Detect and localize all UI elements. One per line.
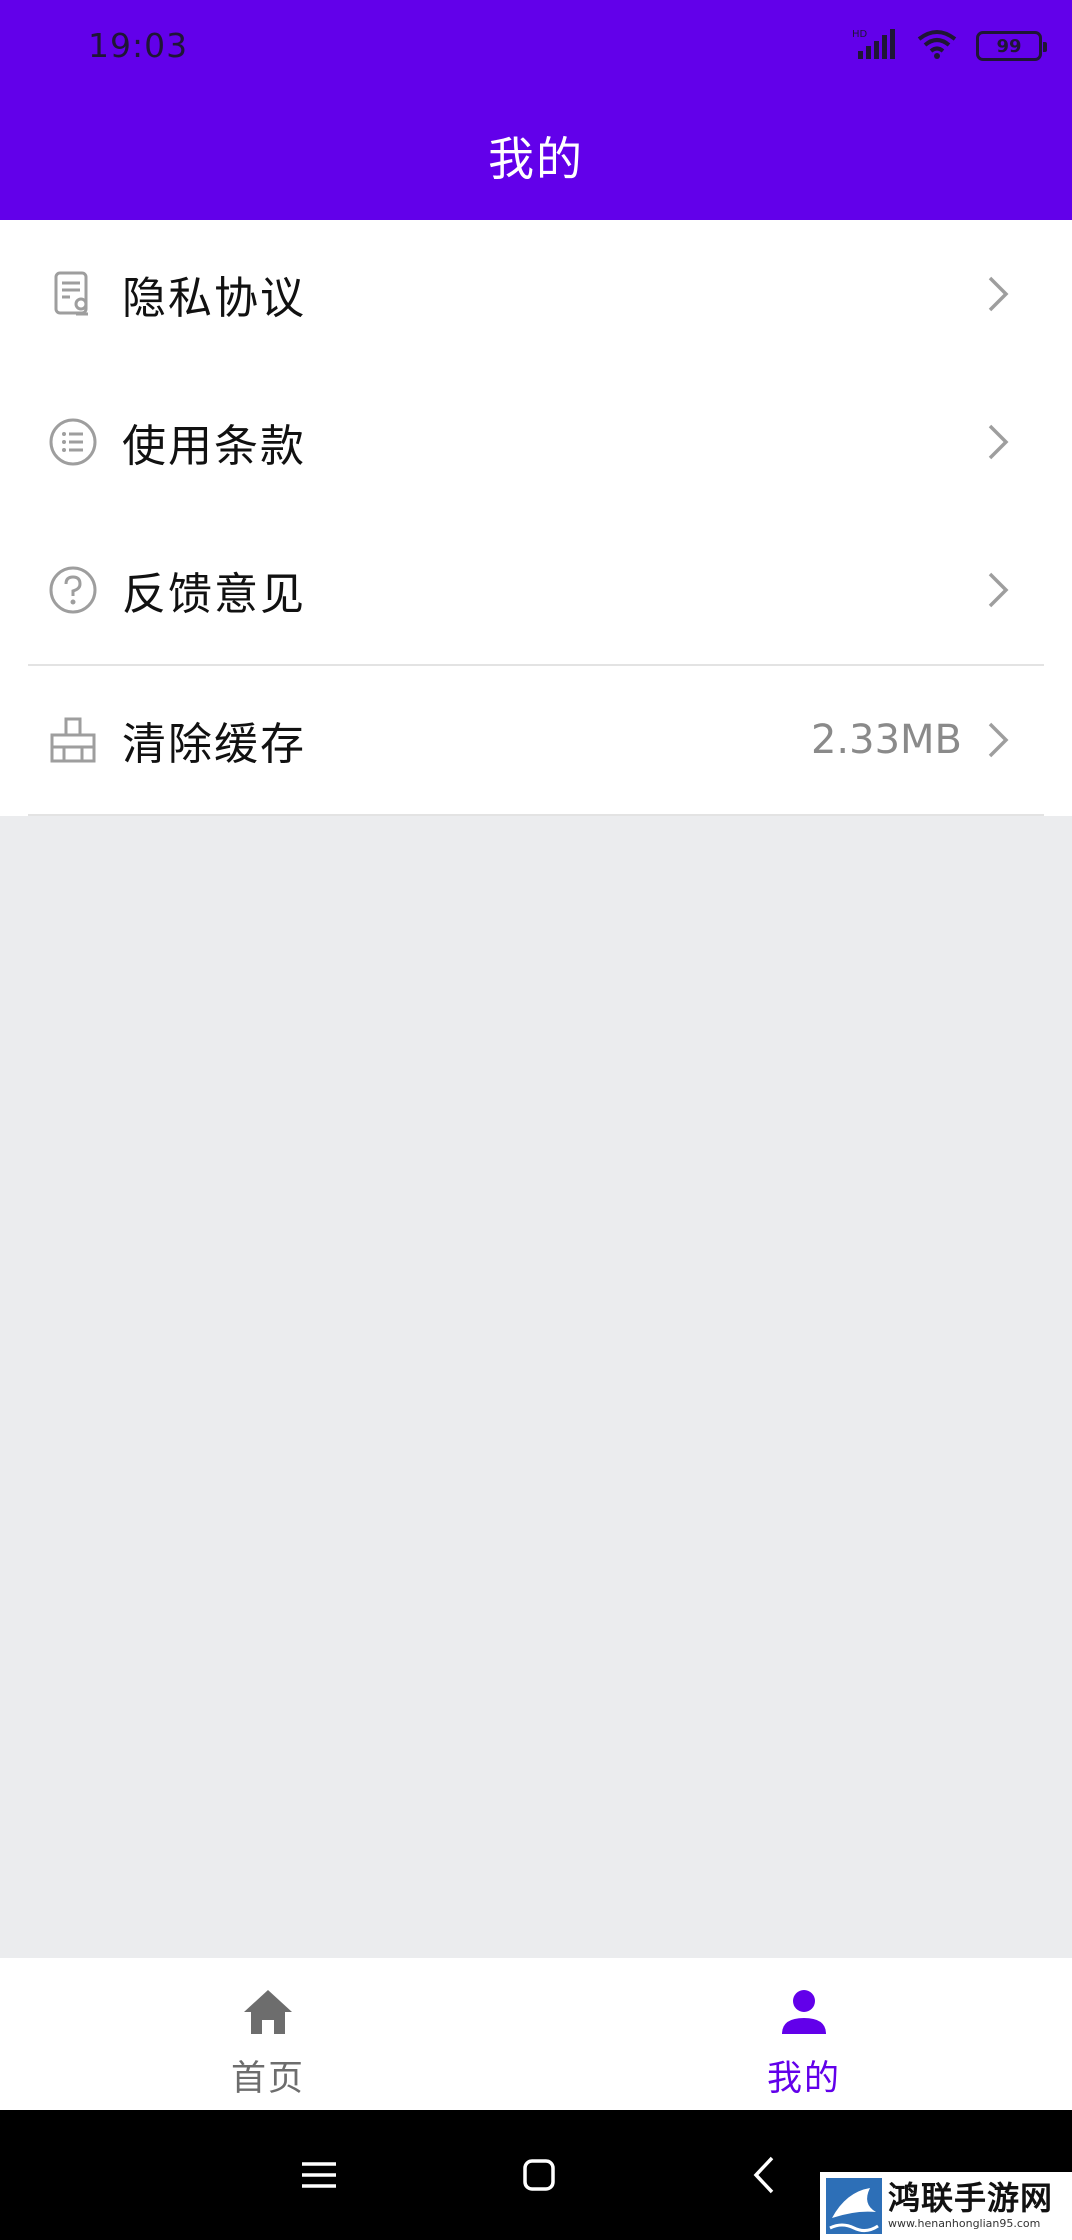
network-label: HD	[852, 29, 868, 40]
broom-icon	[48, 715, 98, 765]
person-icon	[776, 1984, 832, 2040]
settings-menu: 隐私协议 使用条款 反馈意见 清除缓存 2.33MB	[0, 220, 1072, 816]
list-icon	[48, 417, 98, 467]
chevron-right-icon	[984, 568, 1012, 612]
menu-icon[interactable]	[294, 2150, 344, 2200]
app-header: 19:03 HD 99 我的	[0, 0, 1072, 220]
watermark-name: 鸿联手游网	[888, 2179, 1054, 2217]
tab-mine[interactable]: 我的	[536, 1958, 1072, 2110]
menu-item-label: 清除缓存	[122, 719, 306, 770]
watermark-text: 鸿联手游网 www.henanhonglian95.com	[888, 2180, 1053, 2232]
tab-mine-label: 我的	[766, 2059, 841, 2099]
bottom-nav: 首页 我的	[0, 1958, 1072, 2110]
divider	[28, 814, 1044, 816]
menu-item-clear-cache[interactable]: 清除缓存 2.33MB	[0, 666, 1072, 814]
menu-item-label: 隐私协议	[122, 273, 306, 324]
help-circle-icon	[48, 565, 98, 615]
menu-item-terms[interactable]: 使用条款	[0, 368, 1072, 516]
home-icon	[240, 1984, 296, 2040]
menu-item-feedback[interactable]: 反馈意见	[0, 516, 1072, 664]
status-bar: 19:03 HD 99	[0, 0, 1072, 95]
tab-home[interactable]: 首页	[0, 1958, 536, 2110]
home-square-icon[interactable]	[514, 2150, 564, 2200]
back-icon[interactable]	[740, 2150, 790, 2200]
battery-icon: 99	[976, 31, 1047, 61]
privacy-document-icon	[48, 269, 98, 319]
menu-item-label: 使用条款	[122, 421, 306, 472]
menu-item-privacy[interactable]: 隐私协议	[0, 220, 1072, 368]
cache-size: 2.33MB	[810, 717, 962, 763]
watermark-logo-icon	[826, 2178, 882, 2234]
chevron-right-icon	[984, 420, 1012, 464]
status-time: 19:03	[88, 26, 189, 65]
chevron-right-icon	[984, 272, 1012, 316]
tab-home-label: 首页	[230, 2059, 305, 2099]
page-title: 我的	[488, 132, 584, 186]
signal-icon: HD	[852, 27, 898, 65]
chevron-right-icon	[984, 718, 1012, 762]
watermark: 鸿联手游网 www.henanhonglian95.com	[820, 2172, 1072, 2240]
watermark-url: www.henanhonglian95.com	[888, 2217, 1041, 2230]
battery-level: 99	[996, 35, 1022, 57]
wifi-icon	[916, 27, 958, 65]
menu-item-label: 反馈意见	[122, 569, 306, 620]
status-icons: HD 99	[852, 26, 1047, 66]
